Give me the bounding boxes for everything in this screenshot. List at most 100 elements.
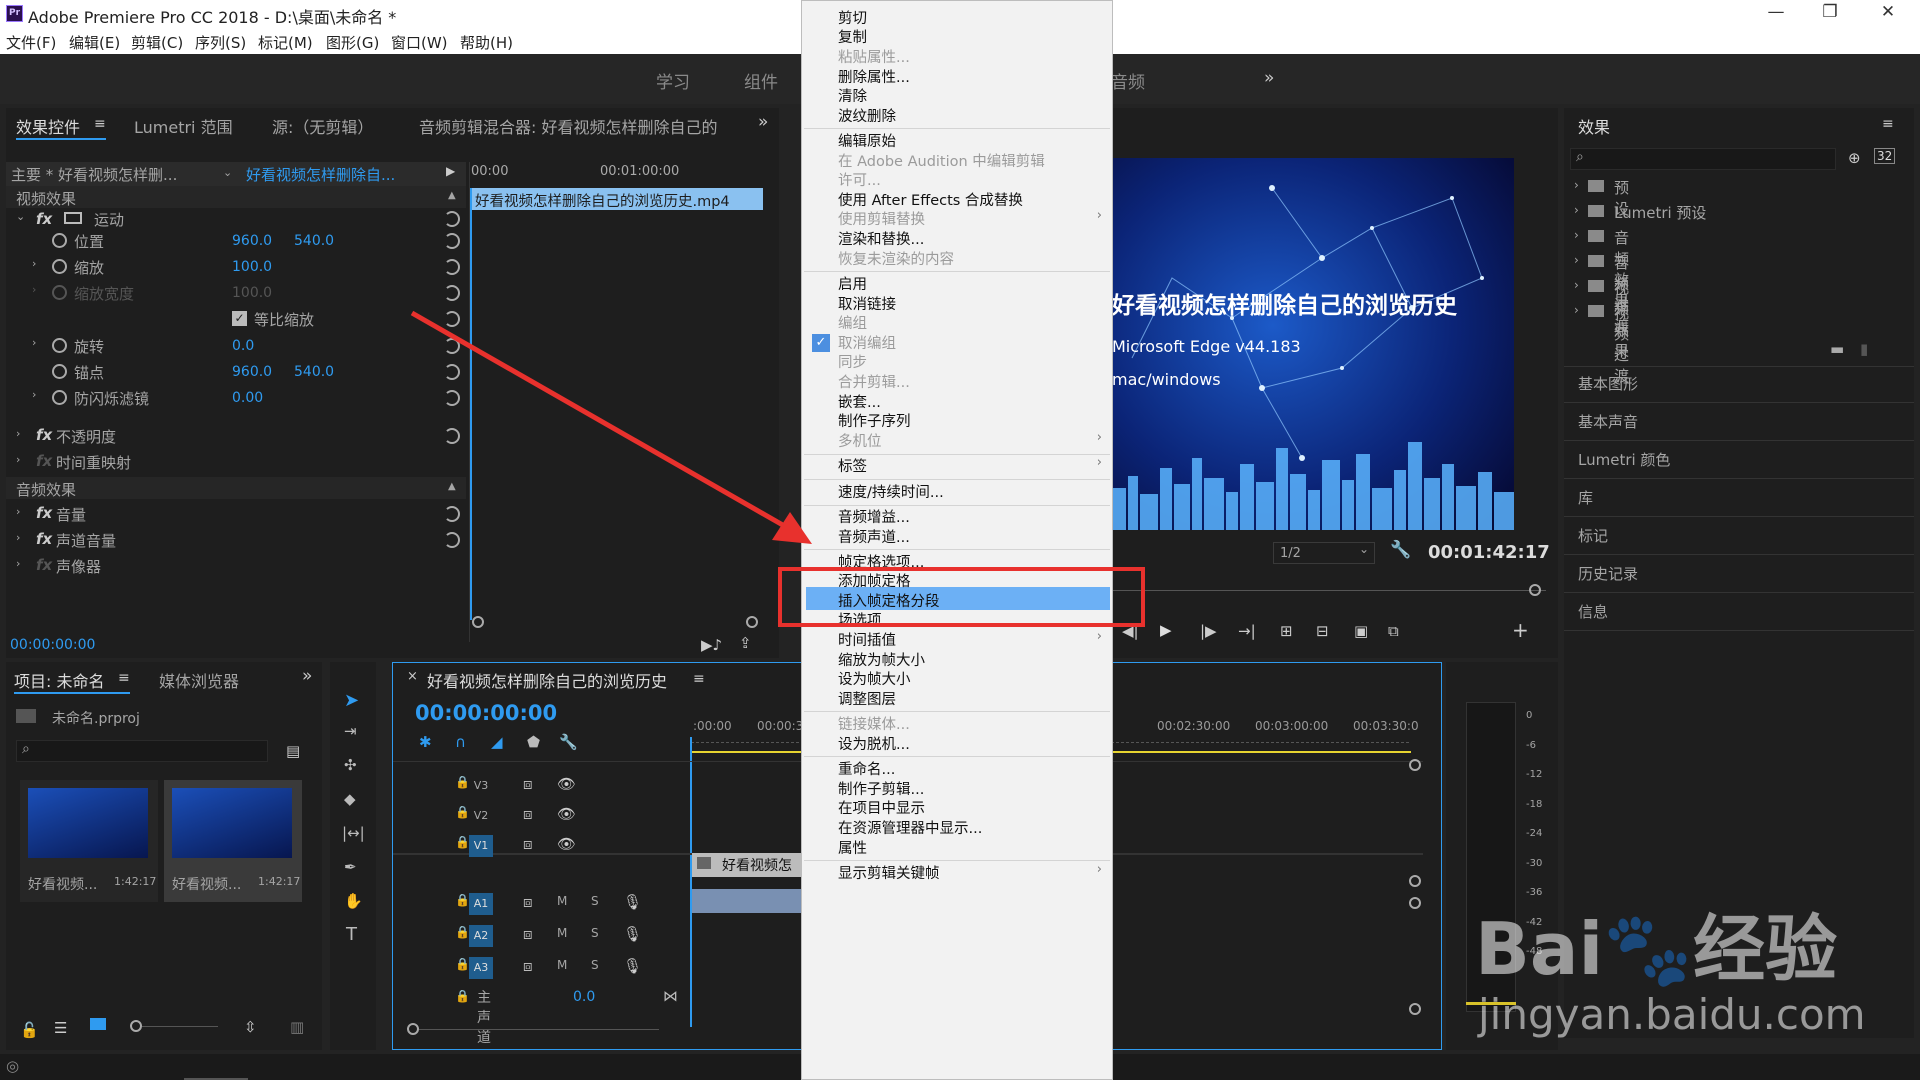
scroll-handle[interactable] <box>1409 875 1421 887</box>
menu-sequence[interactable]: 序列(S) <box>195 32 246 53</box>
extract-icon[interactable]: ⊟ <box>1316 622 1329 640</box>
sync-lock-icon[interactable]: ⧈ <box>523 925 533 943</box>
zoom-slider-track[interactable] <box>142 1026 218 1027</box>
prop-antiflicker-value[interactable]: 0.00 <box>232 390 263 406</box>
tab-effect-controls[interactable]: 效果控件 <box>16 114 80 138</box>
collapse-icon[interactable]: ▲ <box>448 190 456 201</box>
linked-selection-icon[interactable]: ∩ <box>455 733 466 751</box>
hand-tool-icon[interactable]: ✋ <box>344 892 363 910</box>
expand-icon[interactable]: › <box>1574 253 1579 267</box>
expand-icon[interactable]: › <box>32 283 36 296</box>
solo-button[interactable]: S <box>591 894 599 908</box>
context-menu-item[interactable]: 速度/持续时间... <box>838 481 944 502</box>
reset-icon[interactable] <box>444 259 460 275</box>
ec-timecode[interactable]: 00:00:00:00 <box>10 637 95 653</box>
lock-track-icon[interactable]: 🔒 <box>455 957 470 971</box>
lift-icon[interactable]: ⊞ <box>1280 622 1293 640</box>
context-menu-item[interactable]: 调整图层 <box>838 688 896 709</box>
context-menu-item[interactable]: 设为脱机... <box>838 733 910 754</box>
close-icon[interactable]: ✕ <box>1866 2 1910 26</box>
ec-timeline[interactable] <box>469 162 779 642</box>
expand-icon[interactable]: › <box>16 531 20 544</box>
ec-clip-bar[interactable]: 好看视频怎样删除自己的浏览历史.mp4 <box>471 188 763 210</box>
panel-info[interactable]: 信息 <box>1578 601 1608 622</box>
context-menu-item[interactable]: 设为帧大小 <box>838 668 911 689</box>
scrubber-handle[interactable] <box>1529 584 1541 596</box>
panel-lumetri-color[interactable]: Lumetri 颜色 <box>1578 449 1670 470</box>
workspace-tab-learn[interactable]: 学习 <box>656 68 690 93</box>
expand-icon[interactable]: › <box>16 557 20 570</box>
eye-icon[interactable]: 👁 <box>557 805 576 823</box>
context-menu-item[interactable]: 编辑原始 <box>838 130 896 151</box>
razor-tool-icon[interactable]: ◆ <box>344 790 356 808</box>
context-menu-item[interactable]: 使用 After Effects 合成替换 <box>838 189 1023 210</box>
add-marker-icon[interactable]: ◢ <box>491 733 503 751</box>
eye-icon[interactable]: 👁 <box>557 835 576 853</box>
tab-source[interactable]: 源:（无剪辑） <box>272 114 373 138</box>
ec-playhead[interactable] <box>470 188 472 620</box>
prop-position-x[interactable]: 960.0 <box>232 233 272 249</box>
context-menu-item[interactable]: 在资源管理器中显示... <box>838 817 982 838</box>
master-volume-value[interactable]: 0.0 <box>573 989 595 1005</box>
reset-icon[interactable] <box>444 364 460 380</box>
sync-lock-icon[interactable]: ⧈ <box>523 893 533 911</box>
list-view-icon[interactable]: ☰ <box>54 1019 67 1037</box>
microphone-icon[interactable]: 🎙 <box>623 893 642 911</box>
lock-track-icon[interactable]: 🔒 <box>455 925 470 939</box>
context-menu-item[interactable]: 取消链接 <box>838 293 896 314</box>
track-label-v2[interactable]: V2 <box>469 805 493 827</box>
expand-icon[interactable]: › <box>16 453 20 466</box>
reset-icon[interactable] <box>444 233 460 249</box>
program-scrubber[interactable] <box>1112 590 1546 591</box>
sort-icon[interactable]: ⇳ <box>244 1018 257 1036</box>
panel-menu-icon[interactable]: ≡ <box>94 116 106 132</box>
prop-anchor-y[interactable]: 540.0 <box>294 364 334 380</box>
panel-essential-sound[interactable]: 基本声音 <box>1578 411 1638 432</box>
collapse-tracks-icon[interactable]: ⋈ <box>663 987 678 1005</box>
expand-icon[interactable]: › <box>1574 178 1579 192</box>
prop-scale-value[interactable]: 100.0 <box>232 259 272 275</box>
stopwatch-icon[interactable] <box>52 338 67 353</box>
context-menu-item[interactable]: 标签 <box>838 455 867 476</box>
scroll-handle[interactable] <box>1409 759 1421 771</box>
prop-anchor-x[interactable]: 960.0 <box>232 364 272 380</box>
more-tabs-icon[interactable]: » <box>758 112 768 132</box>
context-menu-item[interactable]: 渲染和替换... <box>838 228 924 249</box>
panel-menu-icon[interactable]: ≡ <box>1882 116 1894 132</box>
context-menu-item[interactable]: 制作子序列 <box>838 410 911 431</box>
step-forward-icon[interactable]: |▶ <box>1200 622 1217 640</box>
tab-lumetri-scopes[interactable]: Lumetri 范围 <box>134 114 233 138</box>
scroll-handle[interactable] <box>1409 897 1421 909</box>
context-menu-item[interactable]: 缩放为帧大小 <box>838 649 925 670</box>
context-menu-item[interactable]: 删除属性... <box>838 66 910 87</box>
menu-window[interactable]: 窗口(W) <box>391 32 448 53</box>
selection-tool-icon[interactable]: ➤ <box>344 690 359 711</box>
track-label-a3[interactable]: A3 <box>469 957 493 979</box>
prop-rotation-value[interactable]: 0.0 <box>232 338 254 354</box>
zoom-slider-handle[interactable] <box>130 1020 142 1032</box>
track-label-a1[interactable]: A1 <box>469 893 493 915</box>
menu-help[interactable]: 帮助(H) <box>460 32 513 53</box>
expand-icon[interactable]: › <box>1574 303 1579 317</box>
stopwatch-icon[interactable] <box>52 390 67 405</box>
reset-icon[interactable] <box>444 506 460 522</box>
context-menu-item[interactable]: 显示剪辑关键帧 <box>838 862 940 883</box>
menu-marker[interactable]: 标记(M) <box>258 32 313 53</box>
lock-track-icon[interactable]: 🔒 <box>455 805 470 819</box>
panel-menu-icon[interactable]: ≡ <box>693 671 705 687</box>
reset-motion-icon[interactable] <box>444 211 460 227</box>
expand-icon[interactable]: › <box>1574 278 1579 292</box>
panel-options-icon[interactable]: ▥ <box>290 1018 304 1036</box>
snap-icon[interactable]: ✱ <box>419 733 432 751</box>
context-menu-item[interactable]: 重命名... <box>838 758 895 779</box>
reset-icon[interactable] <box>444 285 460 301</box>
microphone-icon[interactable]: 🎙 <box>623 957 642 975</box>
context-menu-item[interactable]: 波纹删除 <box>838 105 896 126</box>
program-timecode[interactable]: 00:01:42:17 <box>1428 542 1550 563</box>
context-menu-item[interactable]: 时间插值 <box>838 629 896 650</box>
project-search-input[interactable] <box>16 740 268 762</box>
icon-view-icon[interactable] <box>90 1018 106 1030</box>
compare-icon[interactable]: ⧉ <box>1388 622 1399 640</box>
expand-icon[interactable]: › <box>16 505 20 518</box>
collapse-icon[interactable]: ▲ <box>448 481 456 492</box>
